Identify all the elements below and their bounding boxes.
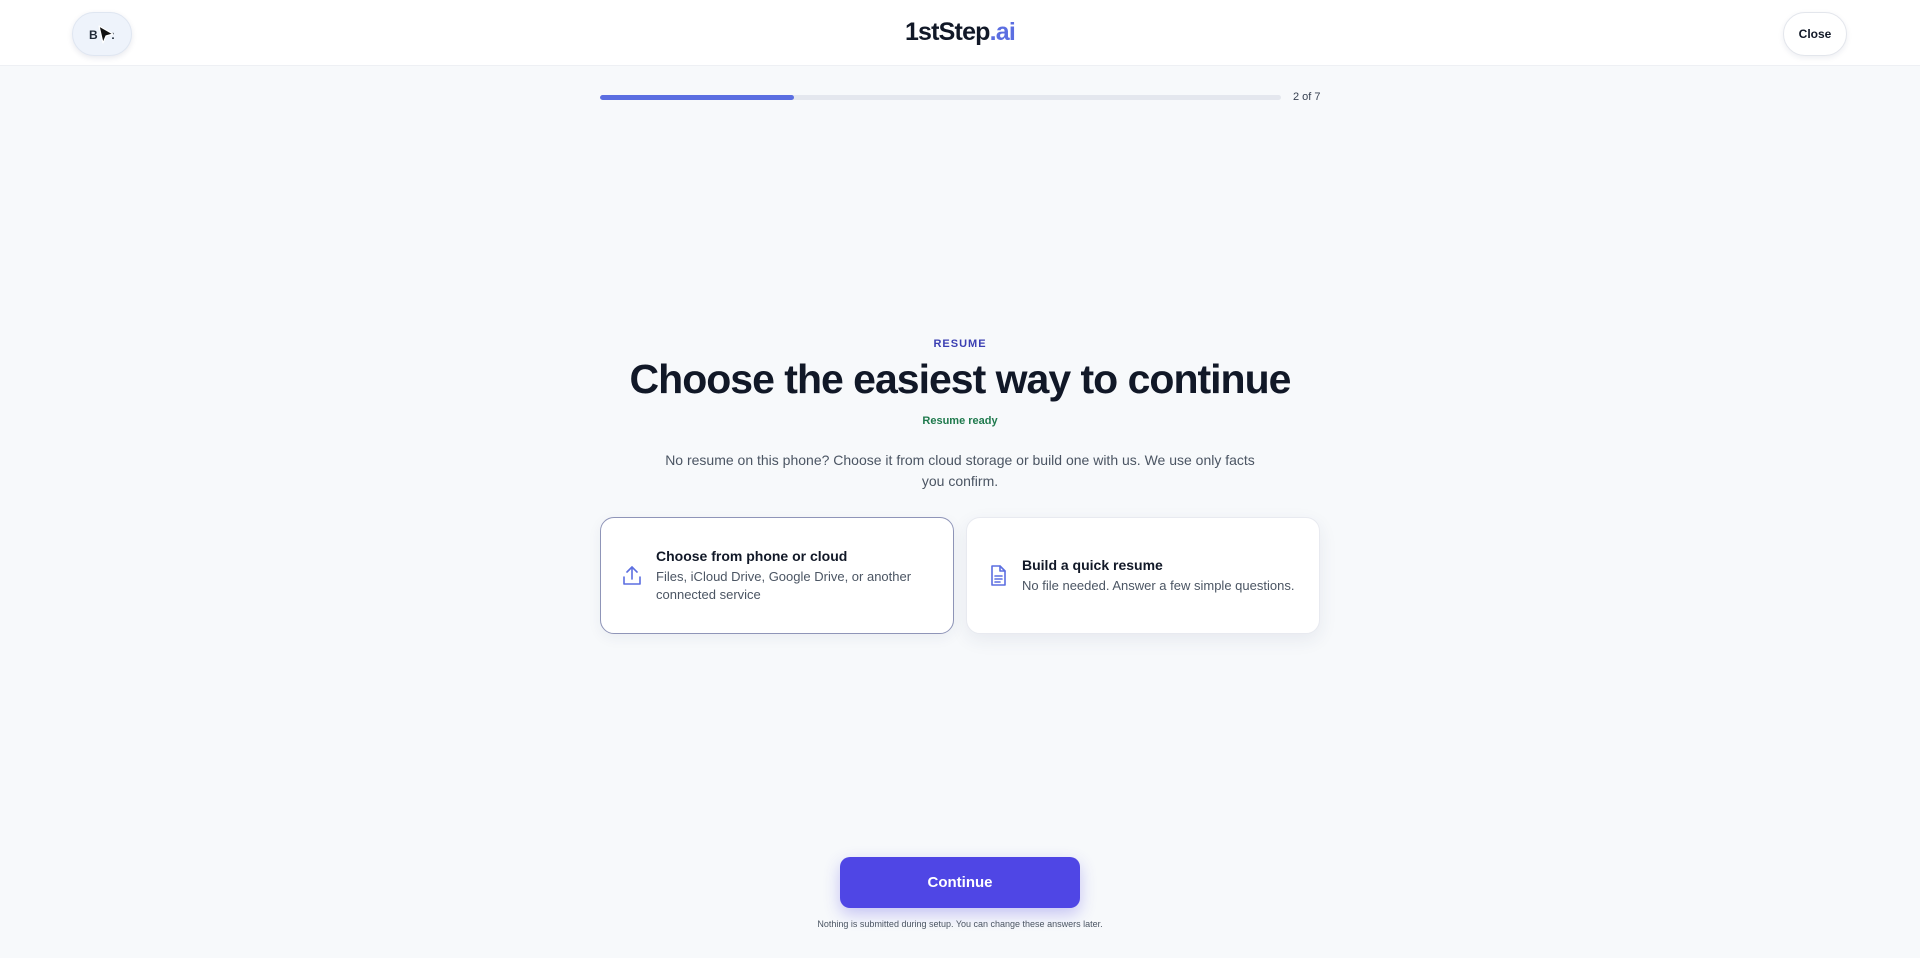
option-card-build[interactable]: Build a quick resume No file needed. Ans… <box>966 517 1320 634</box>
option-subtitle: Files, iCloud Drive, Google Drive, or an… <box>656 569 912 602</box>
logo-accent: .ai <box>989 18 1016 46</box>
option-title: Build a quick resume <box>1022 557 1163 573</box>
option-card-upload-text: Choose from phone or cloud Files, iCloud… <box>656 547 933 604</box>
section-eyebrow: RESUME <box>933 338 987 350</box>
option-title: Choose from phone or cloud <box>656 548 848 564</box>
status-badge: Resume ready <box>922 415 998 427</box>
continue-button[interactable]: Continue <box>840 857 1080 908</box>
document-icon <box>991 564 1006 586</box>
brand-logo: 1stStep.ai <box>0 18 1920 47</box>
page-title: Choose the easiest way to continue <box>629 356 1292 402</box>
page-description: No resume on this phone? Choose it from … <box>665 452 1255 489</box>
upload-icon <box>623 565 641 585</box>
option-subtitle: No file needed. Answer a few simple ques… <box>1022 578 1295 593</box>
progress-step-label: 2 of 7 <box>1293 91 1321 103</box>
footer-note: Nothing is submitted during setup. You c… <box>817 919 1103 929</box>
progress-bar <box>600 95 1281 100</box>
option-card-upload[interactable]: Choose from phone or cloud Files, iCloud… <box>600 517 954 634</box>
top-bar: B : 1stStep.ai Close <box>0 0 1920 66</box>
progress-bar-fill <box>600 95 795 100</box>
logo-main: 1stStep <box>904 18 991 46</box>
close-button[interactable]: Close <box>1783 12 1847 56</box>
option-card-build-text: Build a quick resume No file needed. Ans… <box>1022 556 1299 595</box>
